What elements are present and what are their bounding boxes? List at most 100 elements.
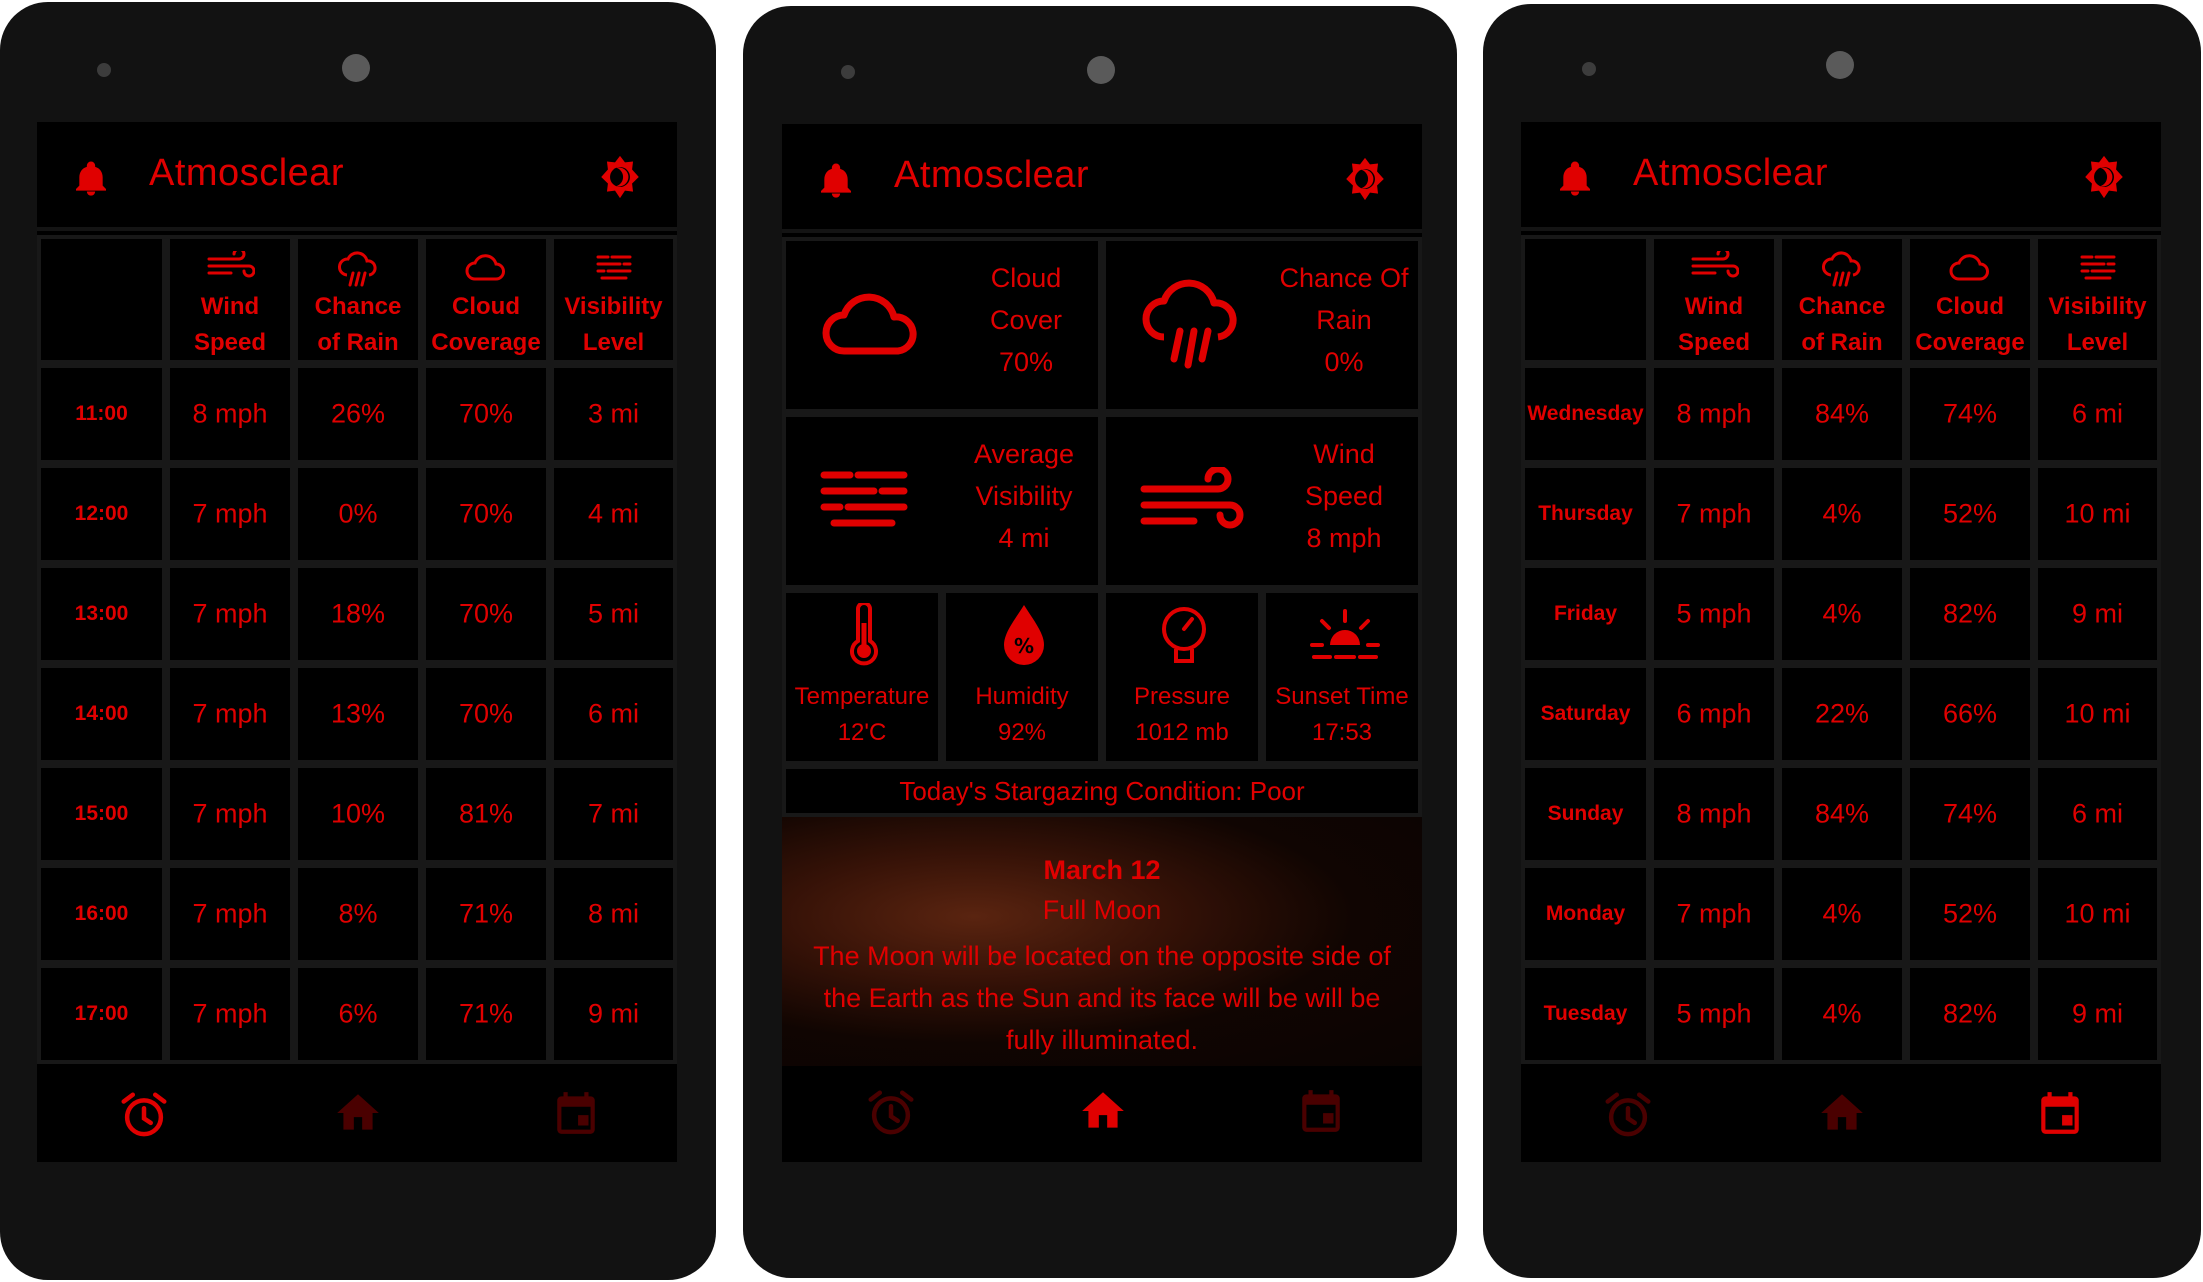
phone-daily: Atmosclear Wind Speed Chance of Rain Clo… xyxy=(1483,4,2201,1278)
header-visibility-level: Visibility Level xyxy=(550,235,677,364)
theme-toggle-icon[interactable] xyxy=(2081,154,2127,205)
table-cell: 70% xyxy=(422,564,550,664)
table-value: 52% xyxy=(1942,498,1998,529)
day-label: Sunday xyxy=(1547,802,1624,825)
day-label-cell: Thursday xyxy=(1521,464,1650,564)
header-label-line2: Coverage xyxy=(431,329,541,356)
day-label-cell: Wednesday xyxy=(1521,364,1650,464)
app-bar: Atmosclear xyxy=(37,122,677,231)
table-value: 10 mi xyxy=(2064,898,2131,929)
day-label: Wednesday xyxy=(1527,402,1644,425)
hour-label: 14:00 xyxy=(74,702,129,725)
table-cell: 81% xyxy=(422,764,550,864)
table-value: 7 mph xyxy=(192,498,268,529)
table-value: 6 mi xyxy=(587,698,639,729)
header-cloud-coverage: Cloud Coverage xyxy=(422,235,550,364)
table-cell: 7 mph xyxy=(1650,464,1778,564)
humidity-icon: % xyxy=(1000,603,1048,672)
calendar-icon[interactable] xyxy=(2035,1088,2085,1143)
table-cell: 84% xyxy=(1778,364,1906,464)
table-cell: 22% xyxy=(1778,664,1906,764)
bell-icon[interactable] xyxy=(71,158,111,205)
home-icon[interactable] xyxy=(1078,1086,1128,1141)
table-cell: 52% xyxy=(1906,864,2034,964)
temperature-value: 12'C xyxy=(837,719,887,746)
bell-icon[interactable] xyxy=(816,160,856,207)
app-title: Atmosclear xyxy=(894,154,1090,196)
day-label-cell: Monday xyxy=(1521,864,1650,964)
wind-icon xyxy=(1140,465,1250,538)
hour-label-cell: 12:00 xyxy=(37,464,166,564)
table-cell: 74% xyxy=(1906,764,2034,864)
bottom-nav xyxy=(1521,1068,2161,1162)
sunset-tile: Sunset Time 17:53 xyxy=(1262,589,1422,765)
table-value: 7 mph xyxy=(192,898,268,929)
table-value: 4 mi xyxy=(587,498,639,529)
day-label-cell: Friday xyxy=(1521,564,1650,664)
header-label-line1: Chance xyxy=(314,293,402,320)
visibility-label-1: Average xyxy=(973,439,1075,469)
hour-label-cell: 13:00 xyxy=(37,564,166,664)
header-wind-speed: Wind Speed xyxy=(166,235,294,364)
table-cell: 7 mph xyxy=(166,964,294,1064)
wind-icon xyxy=(1689,247,1740,286)
header-label-line2: Level xyxy=(2066,329,2129,356)
table-value: 3 mi xyxy=(587,398,639,429)
alarm-clock-icon[interactable] xyxy=(117,1088,171,1147)
front-camera xyxy=(1087,56,1115,84)
table-cell: 7 mph xyxy=(166,764,294,864)
table-value: 81% xyxy=(458,798,514,829)
rain-cloud-icon xyxy=(1140,271,1250,386)
header-label-line2: of Rain xyxy=(317,329,399,356)
hour-label: 11:00 xyxy=(75,402,128,425)
pressure-value: 1012 mb xyxy=(1135,719,1229,746)
table-cell: 8% xyxy=(294,864,422,964)
home-icon[interactable] xyxy=(333,1088,383,1143)
chance-of-rain-tile: Chance Of Rain 0% xyxy=(1102,237,1422,413)
calendar-icon[interactable] xyxy=(551,1088,601,1143)
table-cell: 13% xyxy=(294,664,422,764)
sensor-dot xyxy=(1582,62,1596,76)
table-cell: 10 mi xyxy=(2034,864,2161,964)
table-value: 84% xyxy=(1814,398,1870,429)
alarm-clock-icon[interactable] xyxy=(1601,1088,1655,1147)
table-cell: 82% xyxy=(1906,564,2034,664)
day-label-cell: Tuesday xyxy=(1521,964,1650,1064)
table-value: 74% xyxy=(1942,398,1998,429)
calendar-icon[interactable] xyxy=(1296,1086,1346,1141)
wind-label-2: Speed xyxy=(1304,481,1384,511)
header-label-line2: Speed xyxy=(1677,329,1751,356)
fog-icon xyxy=(594,251,634,286)
table-value: 9 mi xyxy=(587,998,639,1029)
header-chance-of-rain: Chance of Rain xyxy=(1778,235,1906,364)
header-label-line1: Wind xyxy=(200,293,260,320)
wind-speed-tile: Wind Speed 8 mph xyxy=(1102,413,1422,589)
bell-icon[interactable] xyxy=(1555,158,1595,205)
table-cell: 82% xyxy=(1906,964,2034,1064)
table-value: 4% xyxy=(1822,498,1862,529)
table-cell: 0% xyxy=(294,464,422,564)
table-value: 0% xyxy=(338,498,378,529)
table-cell: 70% xyxy=(422,364,550,464)
visibility-label-2: Visibility xyxy=(975,481,1073,511)
screen-home: Atmosclear Cloud Cover 70% Chance Of Rai… xyxy=(782,124,1422,1162)
table-cell: 84% xyxy=(1778,764,1906,864)
temperature-label: Temperature xyxy=(794,683,930,710)
home-icon[interactable] xyxy=(1817,1088,1867,1143)
wind-label-1: Wind xyxy=(1313,439,1375,469)
table-cell: 4% xyxy=(1778,564,1906,664)
theme-toggle-icon[interactable] xyxy=(597,154,643,205)
chance-rain-value: 0% xyxy=(1324,347,1364,377)
table-value: 6 mi xyxy=(2071,798,2123,829)
header-label-line2: Coverage xyxy=(1915,329,2025,356)
day-label: Monday xyxy=(1545,902,1626,925)
table-cell: 10 mi xyxy=(2034,464,2161,564)
cloud-cover-label-1: Cloud xyxy=(990,263,1062,293)
table-cell: 6 mi xyxy=(550,664,677,764)
table-cell: 4% xyxy=(1778,964,1906,1064)
alarm-clock-icon[interactable] xyxy=(864,1086,918,1145)
theme-toggle-icon[interactable] xyxy=(1342,156,1388,207)
svg-text:%: % xyxy=(1014,634,1034,658)
table-value: 8 mph xyxy=(1676,398,1752,429)
table-cell: 6 mi xyxy=(2034,764,2161,864)
